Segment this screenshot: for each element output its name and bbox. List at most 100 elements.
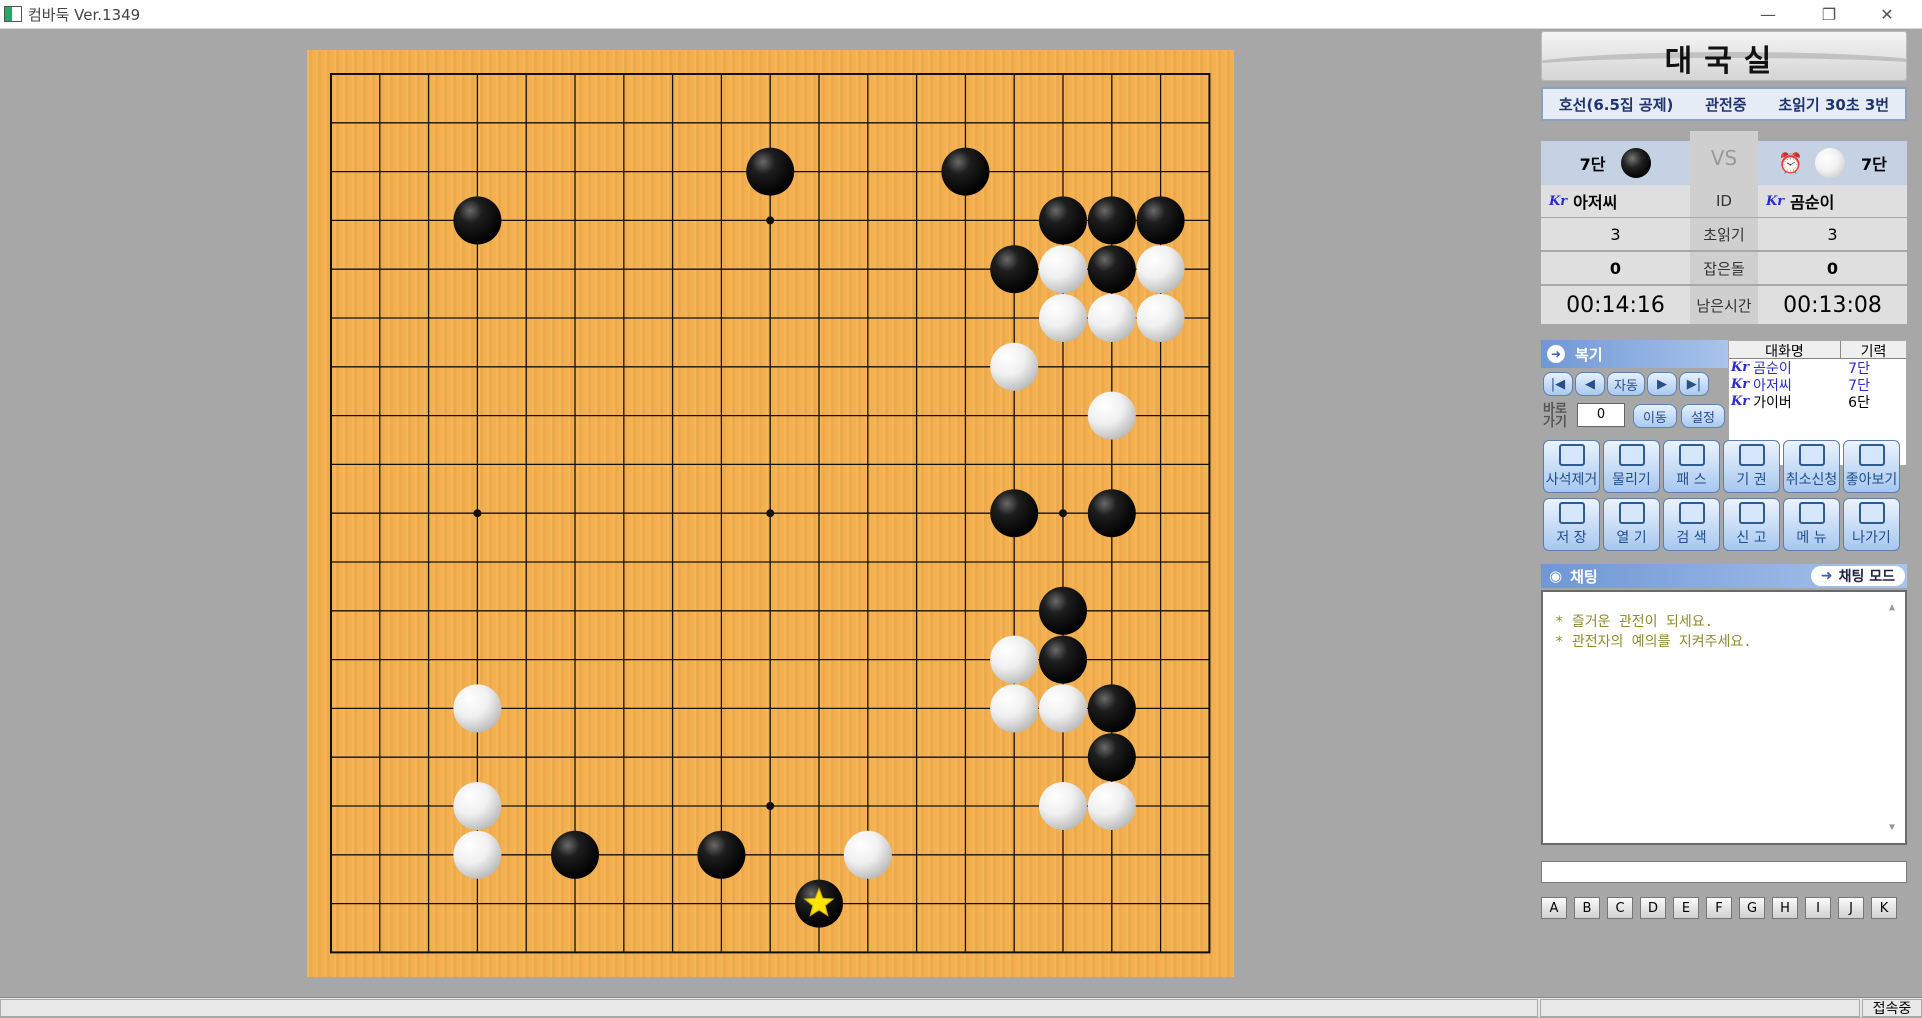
rule-text: 호선(6.5집 공제) <box>1558 95 1674 114</box>
byoyomi-text: 초읽기 30초 3번 <box>1778 95 1890 114</box>
star-point <box>766 216 775 225</box>
resign-button[interactable]: 기 권 <box>1723 440 1780 493</box>
white-stone <box>453 684 502 733</box>
last-move-button[interactable]: ▶| <box>1679 372 1709 396</box>
restore-button[interactable]: ❐ <box>1806 0 1852 29</box>
black-byoyomi: 3 <box>1541 218 1690 250</box>
hand-icon <box>1858 444 1885 466</box>
letter-button-f[interactable]: F <box>1706 897 1732 919</box>
report-button[interactable]: 신 고 <box>1723 498 1780 551</box>
captured-label: 잡은돌 <box>1690 252 1758 284</box>
white-byoyomi: 3 <box>1758 218 1907 250</box>
col-rank-header: 기력 <box>1860 344 1887 360</box>
black-stone <box>1039 196 1087 245</box>
undo-button[interactable]: 물리기 <box>1603 440 1660 493</box>
white-name: 곰순이 <box>1790 193 1835 212</box>
move-button[interactable]: 이동 <box>1633 404 1677 428</box>
letter-button-k[interactable]: K <box>1871 897 1897 919</box>
letter-button-j[interactable]: J <box>1838 897 1864 919</box>
black-stone <box>1039 586 1087 635</box>
white-stone <box>1136 294 1185 342</box>
byoyomi-label: 초읽기 <box>1690 218 1758 250</box>
white-stone <box>1039 245 1087 294</box>
letter-button-c[interactable]: C <box>1607 897 1633 919</box>
list-item[interactable]: Kr 곰순이 7단 <box>1729 359 1906 377</box>
search-button[interactable]: 검 색 <box>1663 498 1720 551</box>
like-button[interactable]: 좋아보기 <box>1843 440 1900 493</box>
pass-button[interactable]: 패 스 <box>1663 440 1720 493</box>
status-pane-secondary <box>1540 999 1860 1017</box>
vs-label: VS <box>1690 131 1758 185</box>
white-name-cell: Kr 곰순이 <box>1758 185 1907 217</box>
open-button[interactable]: 열 기 <box>1603 498 1660 551</box>
white-stone <box>1039 294 1087 342</box>
col-name-header: 대화명 <box>1729 341 1841 360</box>
black-stone <box>941 147 990 196</box>
board-grid[interactable] <box>307 50 1234 977</box>
letter-button-a[interactable]: A <box>1541 897 1567 919</box>
white-stone <box>453 782 502 830</box>
letter-button-i[interactable]: I <box>1805 897 1831 919</box>
status-pane-main <box>0 999 1538 1017</box>
arrow-right-icon: ➜ <box>1820 568 1833 584</box>
minimize-button[interactable]: — <box>1745 0 1791 29</box>
black-time: 00:14:16 <box>1541 286 1690 324</box>
user-list-header: 대화명 기력 <box>1729 341 1906 360</box>
chat-title: 채팅 <box>1570 567 1598 586</box>
letter-button-d[interactable]: D <box>1640 897 1666 919</box>
black-stone <box>990 245 1039 294</box>
search-icon <box>1678 502 1705 524</box>
alarm-clock-icon: ⏰ <box>1778 151 1804 175</box>
white-stone <box>1087 391 1136 440</box>
white-captured: 0 <box>1758 252 1907 284</box>
list-item[interactable]: Kr 아저씨 7단 <box>1729 376 1906 394</box>
star-point <box>766 509 775 518</box>
next-move-button[interactable]: ▶ <box>1647 372 1677 396</box>
white-rank: 7단 <box>1861 155 1887 174</box>
remove-dead-button[interactable]: 사석제거 <box>1543 440 1600 493</box>
status-bar: 접속중 <box>0 997 1922 1017</box>
close-button[interactable]: ✕ <box>1864 0 1910 29</box>
white-stone <box>843 830 892 879</box>
first-move-button[interactable]: |◀ <box>1543 372 1573 396</box>
chat-mode-button[interactable]: ➜ 채팅 모드 <box>1810 566 1905 586</box>
exit-button[interactable]: 나가기 <box>1843 498 1900 551</box>
white-stone <box>1087 782 1136 830</box>
white-stone <box>990 684 1039 733</box>
go-board[interactable] <box>307 50 1234 977</box>
black-player-header: 7단 <box>1541 141 1690 185</box>
goto-input[interactable]: 0 <box>1577 403 1625 427</box>
game-info-bar: 호선(6.5집 공제) 관전중 초읽기 30초 3번 <box>1541 87 1907 121</box>
letter-button-g[interactable]: G <box>1739 897 1765 919</box>
grid-icon <box>1558 444 1585 466</box>
black-captured: 0 <box>1541 252 1690 284</box>
auto-play-button[interactable]: 자동 <box>1607 372 1645 396</box>
cancel-request-button[interactable]: 취소신청 <box>1783 440 1840 493</box>
chat-line: * 관전자의 예의를 지켜주세요. <box>1555 634 1752 650</box>
black-stone-icon <box>1621 148 1652 178</box>
star-point <box>766 802 775 810</box>
chat-scrollbar[interactable]: ▲ ▼ <box>1889 598 1901 838</box>
black-stone <box>551 830 599 879</box>
black-stone <box>746 147 795 196</box>
prev-move-button[interactable]: ◀ <box>1575 372 1605 396</box>
black-stone <box>1087 684 1136 733</box>
letter-button-h[interactable]: H <box>1772 897 1798 919</box>
folder-icon <box>1618 502 1645 524</box>
black-name: 아저씨 <box>1573 193 1618 212</box>
black-rank: 7단 <box>1579 155 1606 174</box>
chat-log[interactable]: * 즐거운 관전이 되세요. * 관전자의 예의를 지켜주세요. ▲ ▼ <box>1541 590 1907 845</box>
star-point <box>473 509 482 518</box>
title-bar: 컴바둑 Ver.1349 — ❐ ✕ <box>0 0 1922 29</box>
chat-input[interactable] <box>1541 861 1907 883</box>
letter-button-e[interactable]: E <box>1673 897 1699 919</box>
letter-button-b[interactable]: B <box>1574 897 1600 919</box>
save-button[interactable]: 저 장 <box>1543 498 1600 551</box>
exit-door-icon <box>1858 502 1885 524</box>
settings-button[interactable]: 설정 <box>1681 404 1725 428</box>
black-stone <box>453 196 502 245</box>
report-icon <box>1738 502 1765 524</box>
menu-button[interactable]: 메 뉴 <box>1783 498 1840 551</box>
review-header: ➜ 복기 <box>1541 340 1728 368</box>
list-item[interactable]: Kr 가이버 6단 <box>1729 393 1906 411</box>
